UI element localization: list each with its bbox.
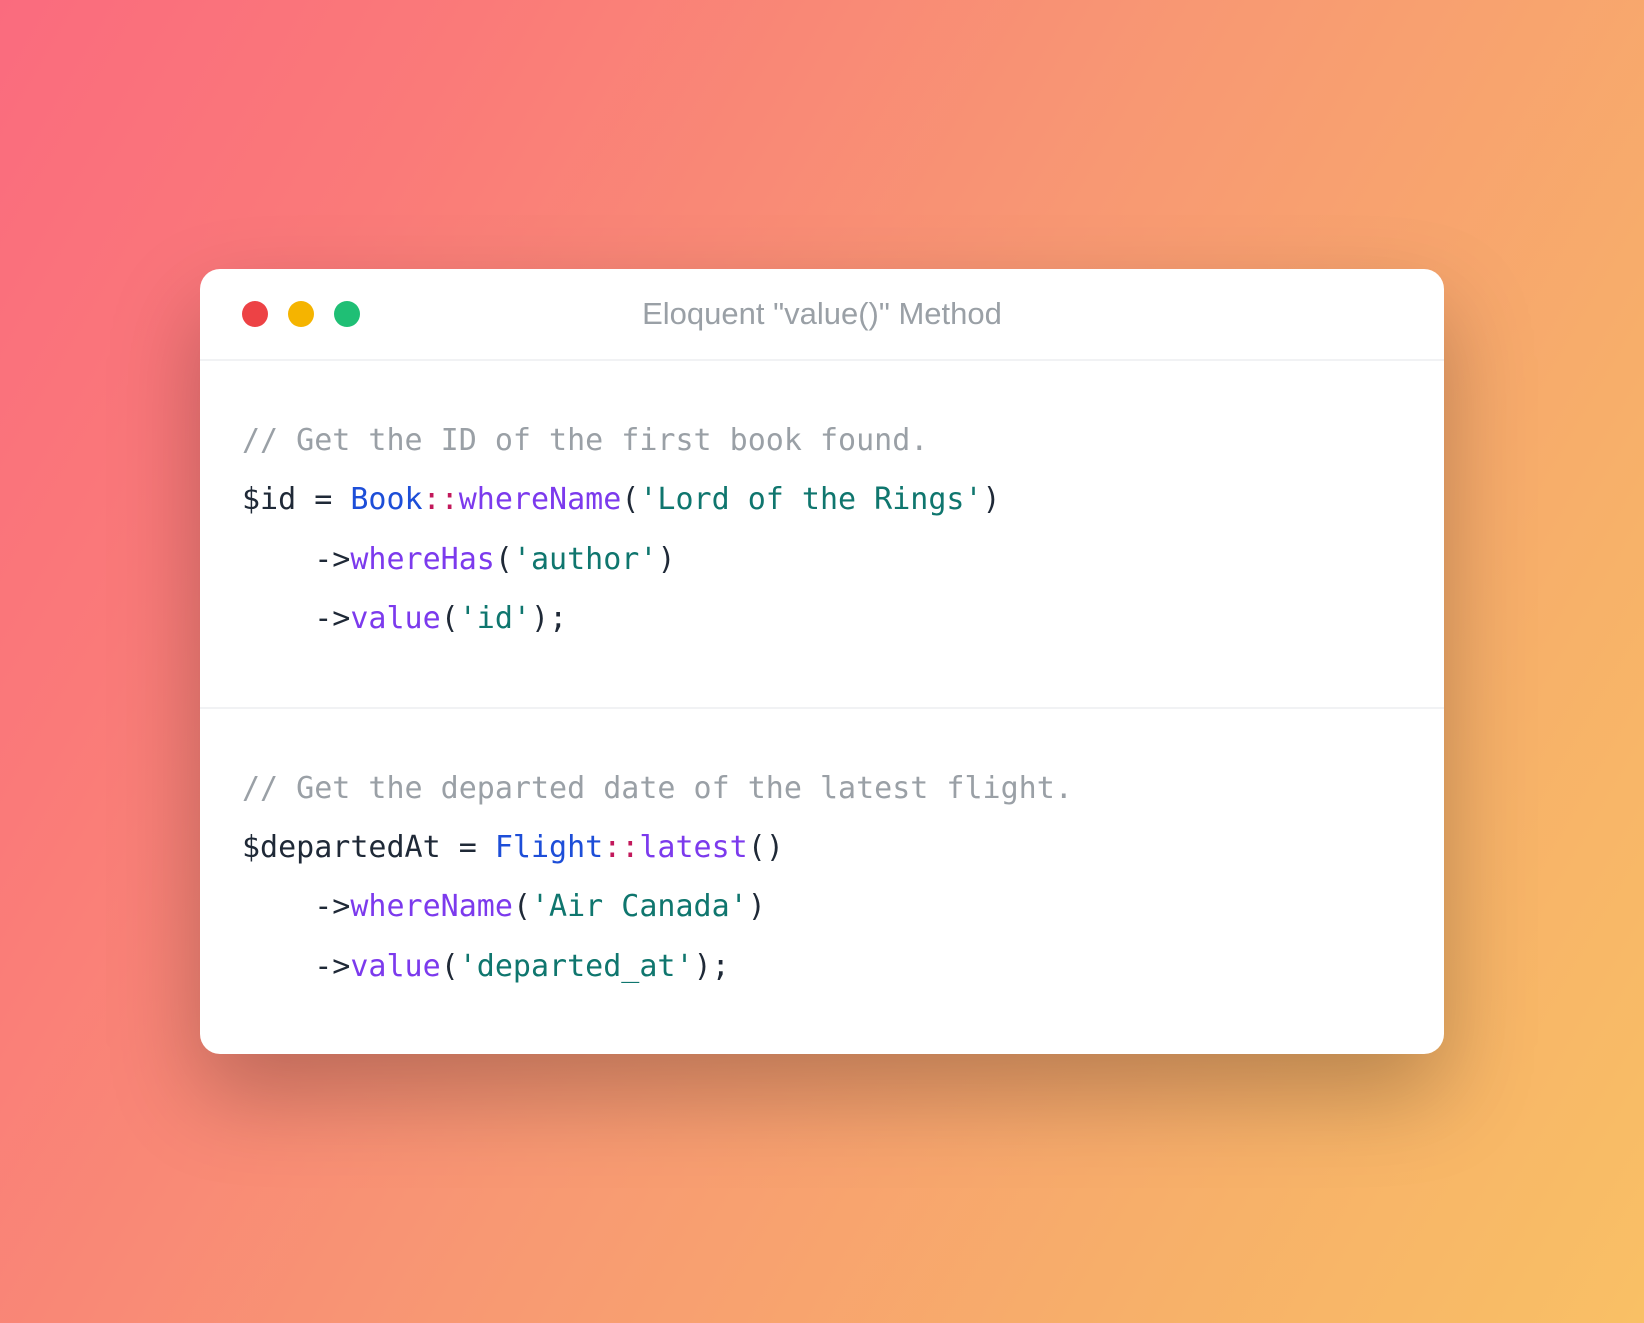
code-arrow: -> (314, 542, 350, 577)
code-arrow: -> (314, 889, 350, 924)
code-paren: ) (531, 601, 549, 636)
code-method: latest (639, 830, 747, 865)
window-titlebar: Eloquent "value()" Method (200, 269, 1444, 361)
code-string: 'id' (459, 601, 531, 636)
code-method: whereName (459, 482, 622, 517)
code-double-colon: :: (423, 482, 459, 517)
code-string: 'Air Canada' (531, 889, 748, 924)
code-block-1: // Get the ID of the first book found. $… (200, 361, 1444, 707)
code-arrow: -> (314, 601, 350, 636)
code-string: 'departed_at' (459, 949, 694, 984)
traffic-lights (242, 301, 360, 327)
code-string: 'Lord of the Rings' (639, 482, 982, 517)
code-block-2: // Get the departed date of the latest f… (200, 707, 1444, 1055)
code-class: Flight (495, 830, 603, 865)
code-variable: $id (242, 482, 296, 517)
code-paren: ( (513, 889, 531, 924)
code-paren: ) (657, 542, 675, 577)
code-paren: ) (748, 889, 766, 924)
code-method: value (350, 949, 440, 984)
code-paren: ) (766, 830, 784, 865)
code-indent (242, 542, 314, 577)
code-paren: ) (983, 482, 1001, 517)
code-variable: $departedAt (242, 830, 441, 865)
window-title: Eloquent "value()" Method (200, 296, 1444, 332)
code-paren: ( (441, 601, 459, 636)
code-indent (242, 889, 314, 924)
code-window: Eloquent "value()" Method // Get the ID … (200, 269, 1444, 1054)
code-arrow: -> (314, 949, 350, 984)
code-paren: ( (621, 482, 639, 517)
code-paren: ( (441, 949, 459, 984)
close-icon[interactable] (242, 301, 268, 327)
code-class: Book (350, 482, 422, 517)
code-semicolon: ; (712, 949, 730, 984)
code-comment: // Get the ID of the first book found. (242, 423, 928, 458)
code-paren: ( (495, 542, 513, 577)
code-method: whereName (350, 889, 513, 924)
code-paren: ( (748, 830, 766, 865)
minimize-icon[interactable] (288, 301, 314, 327)
code-semicolon: ; (549, 601, 567, 636)
code-comment: // Get the departed date of the latest f… (242, 771, 1073, 806)
code-method: whereHas (350, 542, 495, 577)
code-indent (242, 601, 314, 636)
code-method: value (350, 601, 440, 636)
code-paren: ) (694, 949, 712, 984)
code-operator: = (296, 482, 350, 517)
code-operator: = (441, 830, 495, 865)
maximize-icon[interactable] (334, 301, 360, 327)
code-indent (242, 949, 314, 984)
code-double-colon: :: (603, 830, 639, 865)
code-string: 'author' (513, 542, 658, 577)
